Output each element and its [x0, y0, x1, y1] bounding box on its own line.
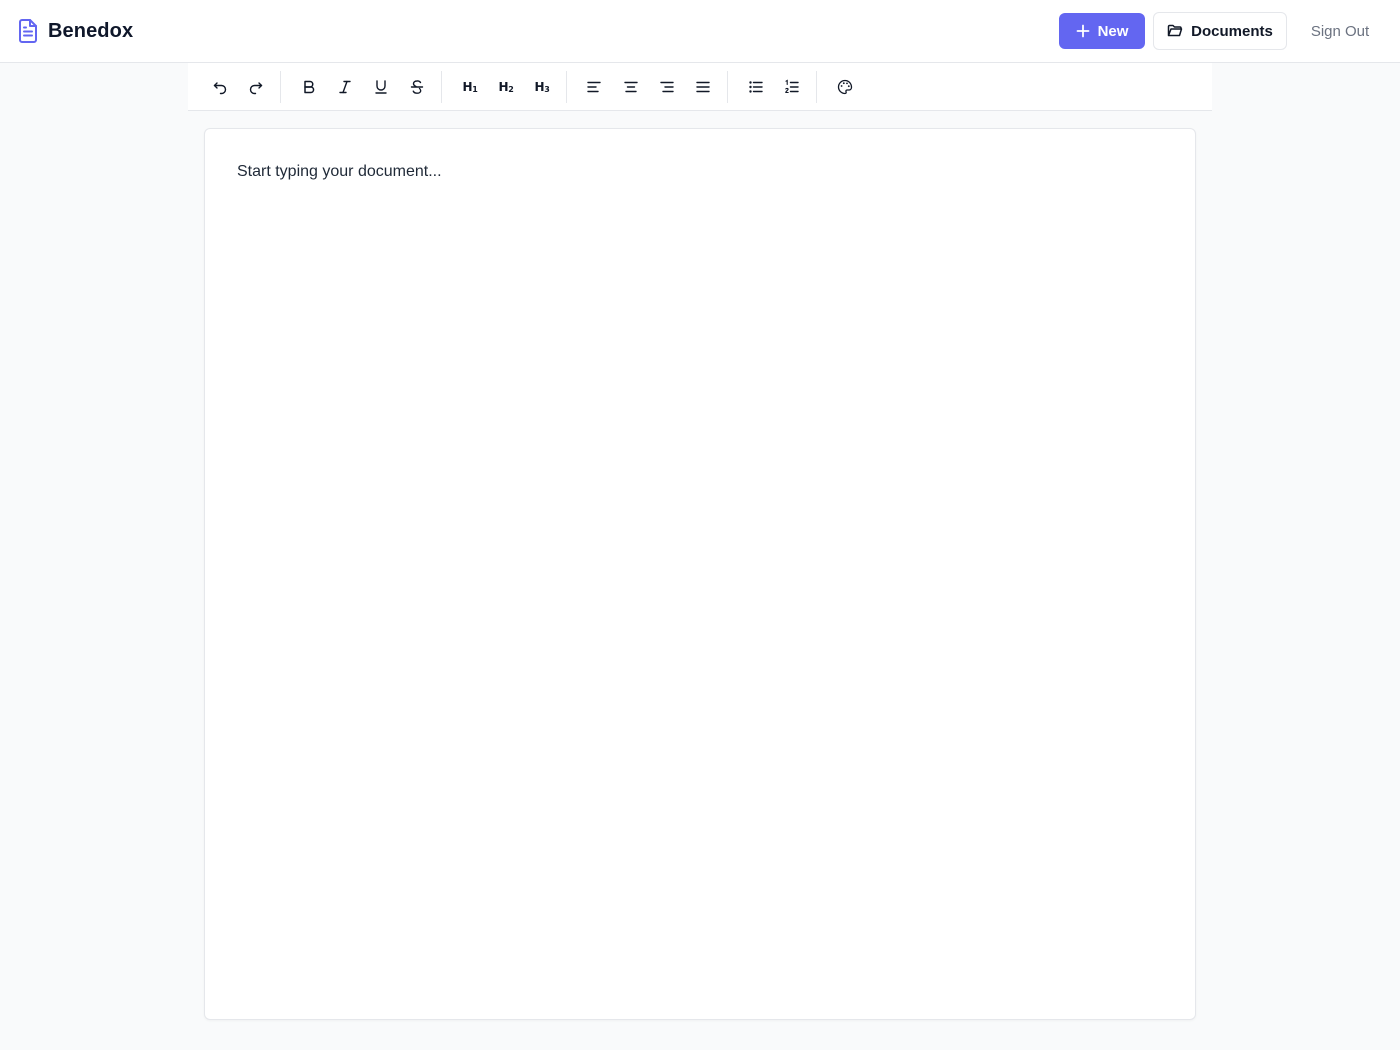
- app-header: Benedox New Documents Sign Out: [0, 0, 1400, 63]
- toolbar-divider: [727, 71, 728, 103]
- toolbar-divider: [566, 71, 567, 103]
- align-left-icon: [587, 81, 601, 93]
- italic-button[interactable]: [331, 73, 359, 101]
- toolbar-divider: [816, 71, 817, 103]
- heading-2-icon: H2: [498, 80, 514, 94]
- bold-button[interactable]: [295, 73, 323, 101]
- documents-button-label: Documents: [1191, 22, 1273, 40]
- align-right-icon: [660, 81, 674, 93]
- italic-icon: [339, 80, 351, 94]
- editor-placeholder[interactable]: Start typing your document...: [237, 163, 442, 181]
- bullet-list-button[interactable]: [742, 73, 770, 101]
- toolbar-divider: [280, 71, 281, 103]
- numbered-list-button[interactable]: [778, 73, 806, 101]
- heading-3-icon: H3: [534, 80, 550, 94]
- document-editor[interactable]: Start typing your document...: [204, 128, 1196, 1020]
- align-justify-icon: [696, 81, 710, 93]
- redo-icon: [249, 82, 263, 95]
- align-justify-button[interactable]: [689, 73, 717, 101]
- align-right-button[interactable]: [653, 73, 681, 101]
- new-button-label: New: [1097, 22, 1129, 40]
- undo-icon: [213, 82, 227, 95]
- heading-3-button[interactable]: H3: [528, 73, 556, 101]
- text-color-button[interactable]: [831, 73, 859, 101]
- bullet-list-icon: [749, 81, 763, 93]
- underline-icon: [375, 80, 387, 94]
- documents-button[interactable]: Documents: [1153, 12, 1287, 50]
- document-icon: [19, 19, 37, 43]
- redo-button[interactable]: [242, 73, 270, 101]
- strikethrough-icon: [410, 80, 424, 94]
- plus-icon: [1076, 24, 1089, 38]
- align-center-icon: [624, 81, 638, 93]
- palette-icon: [837, 79, 853, 95]
- heading-2-button[interactable]: H2: [492, 73, 520, 101]
- sign-out-button[interactable]: Sign Out: [1294, 12, 1386, 50]
- app-name: Benedox: [48, 19, 134, 42]
- new-document-button[interactable]: New: [1059, 13, 1145, 49]
- strikethrough-button[interactable]: [403, 73, 431, 101]
- toolbar-divider: [441, 71, 442, 103]
- undo-button[interactable]: [206, 73, 234, 101]
- heading-1-button[interactable]: H1: [456, 73, 484, 101]
- align-left-button[interactable]: [580, 73, 608, 101]
- formatting-toolbar: H1 H2 H3: [188, 63, 1212, 111]
- bold-icon: [304, 80, 315, 94]
- underline-button[interactable]: [367, 73, 395, 101]
- align-center-button[interactable]: [617, 73, 645, 101]
- heading-1-icon: H1: [462, 80, 478, 94]
- brand[interactable]: Benedox: [18, 19, 133, 43]
- numbered-list-icon: [785, 79, 799, 94]
- folder-icon: [1167, 24, 1183, 37]
